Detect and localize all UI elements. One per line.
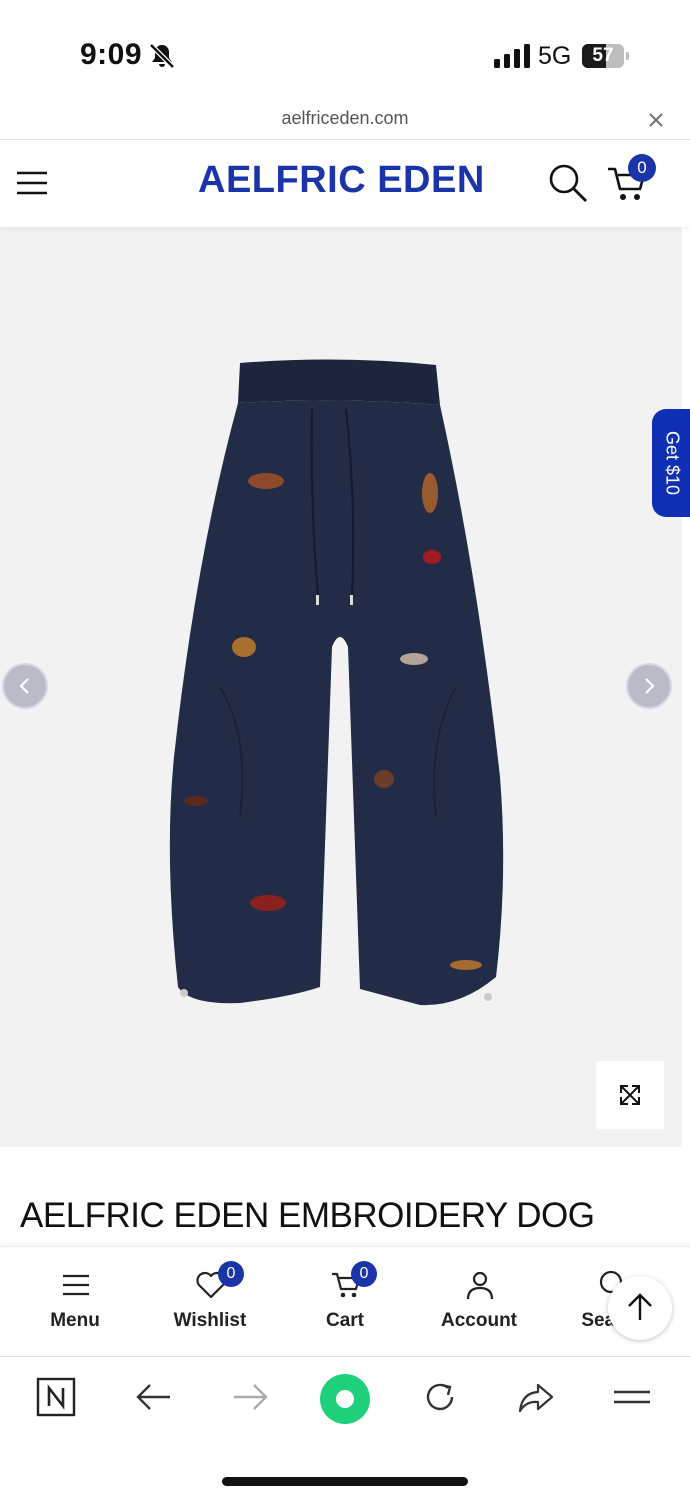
signal-icon [494, 44, 530, 68]
share-arrow-icon [518, 1383, 554, 1413]
nav-item-account[interactable]: Account [419, 1247, 539, 1357]
nav-item-wishlist[interactable]: 0 Wishlist [150, 1247, 270, 1357]
reader-mode-button[interactable] [320, 1374, 370, 1424]
cart-nav-badge: 0 [351, 1261, 377, 1287]
reader-dot-icon [320, 1374, 370, 1424]
home-indicator[interactable] [222, 1477, 468, 1486]
product-title: AELFRIC EDEN EMBROIDERY DOG [20, 1196, 595, 1235]
notion-button[interactable] [36, 1377, 76, 1417]
nav-label-wishlist: Wishlist [173, 1310, 247, 1331]
brand-logo[interactable]: AELFRIC EDEN [198, 159, 485, 202]
close-icon[interactable] [646, 110, 666, 130]
forward-button[interactable] [230, 1377, 270, 1417]
scroll-to-top-button[interactable] [608, 1276, 672, 1340]
browser-toolbar [0, 1356, 690, 1500]
nav-item-menu[interactable]: Menu [15, 1247, 135, 1357]
reload-button[interactable] [420, 1377, 460, 1417]
promo-label: Get $10 [662, 430, 683, 496]
arrow-up-icon [628, 1293, 652, 1320]
menu-lines-icon [614, 1390, 650, 1404]
browser-menu-button[interactable] [612, 1377, 652, 1417]
chevron-right-icon [645, 678, 655, 694]
search-icon[interactable] [548, 163, 588, 203]
cart-count-badge: 0 [628, 154, 656, 182]
share-button[interactable] [516, 1377, 556, 1417]
battery-body: 57 [582, 44, 624, 68]
gallery-prev-button[interactable] [2, 663, 48, 709]
bell-muted-icon [149, 43, 175, 69]
nav-label-cart: Cart [325, 1310, 364, 1331]
zoom-button[interactable] [596, 1061, 664, 1129]
hamburger-menu-icon[interactable] [16, 169, 48, 197]
nav-label-menu: Menu [50, 1310, 100, 1331]
promo-tab[interactable]: Get $10 [652, 409, 690, 517]
arrow-right-icon [234, 1384, 268, 1410]
battery-level: 57 [592, 45, 614, 66]
arrow-left-icon [136, 1384, 170, 1410]
gallery-next-button[interactable] [626, 663, 672, 709]
nav-label-account: Account [441, 1310, 517, 1331]
wishlist-badge: 0 [218, 1261, 244, 1287]
nav-item-cart[interactable]: 0 Cart [285, 1247, 405, 1357]
battery-cap [626, 52, 629, 60]
product-gallery[interactable] [0, 227, 682, 1147]
notion-icon [36, 1377, 76, 1417]
site-bottom-nav: Menu 0 Wishlist 0 Cart Account [0, 1246, 690, 1356]
menu-icon [63, 1274, 89, 1296]
status-bar: 9:09 5G 57 [0, 0, 690, 100]
chevron-left-icon [19, 678, 29, 694]
browser-url-bar[interactable]: aelfriceden.com [0, 100, 690, 140]
back-button[interactable] [134, 1377, 174, 1417]
user-icon [466, 1271, 494, 1300]
expand-icon [620, 1085, 640, 1105]
status-time: 9:09 [80, 38, 143, 71]
product-image [169, 359, 504, 1006]
page: 9:09 5G 57 aelfriceden.com AELFRIC EDEN … [0, 0, 690, 1500]
battery-indicator: 57 [582, 44, 630, 68]
url-text[interactable]: aelfriceden.com [0, 108, 690, 129]
site-header: AELFRIC EDEN [0, 141, 690, 227]
reload-icon [426, 1383, 454, 1411]
network-label: 5G [538, 42, 572, 70]
